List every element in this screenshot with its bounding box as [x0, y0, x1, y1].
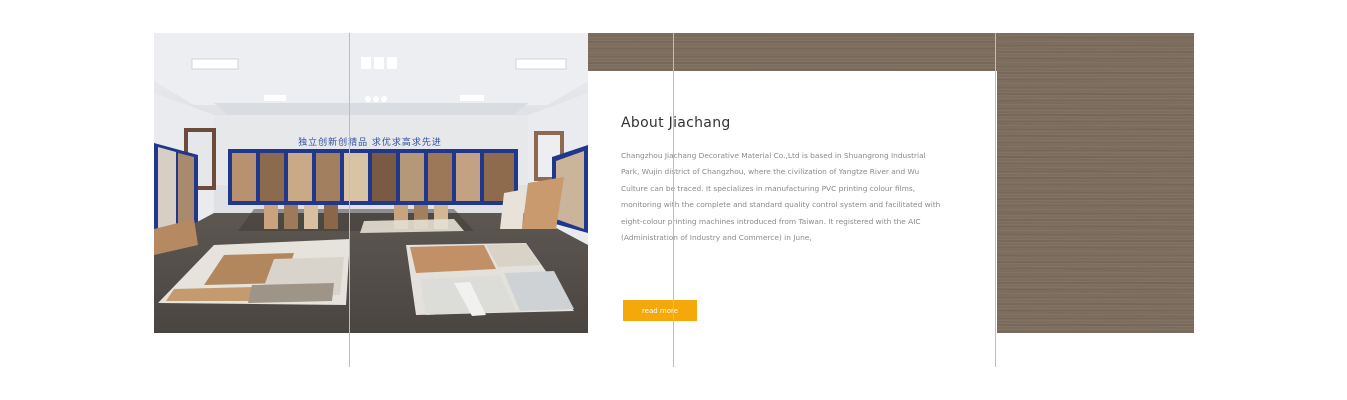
about-section: 独立创新创精品 求优求高求先进 About Jiachang Changzhou…	[0, 0, 1347, 400]
about-card: About Jiachang Changzhou Jiachang Decora…	[588, 71, 997, 367]
showroom-photo: 独立创新创精品 求优求高求先进	[154, 33, 588, 333]
about-description: Changzhou Jiachang Decorative Material C…	[621, 151, 941, 243]
about-title: About Jiachang	[621, 115, 731, 131]
wood-texture-top	[588, 33, 997, 71]
guide-line	[673, 33, 674, 367]
guide-line	[995, 33, 996, 367]
guide-line	[349, 33, 350, 367]
wood-texture-panel	[997, 33, 1194, 333]
banner-text: 独立创新创精品 求优求高求先进	[298, 136, 442, 148]
read-more-button[interactable]: read more	[623, 300, 697, 321]
